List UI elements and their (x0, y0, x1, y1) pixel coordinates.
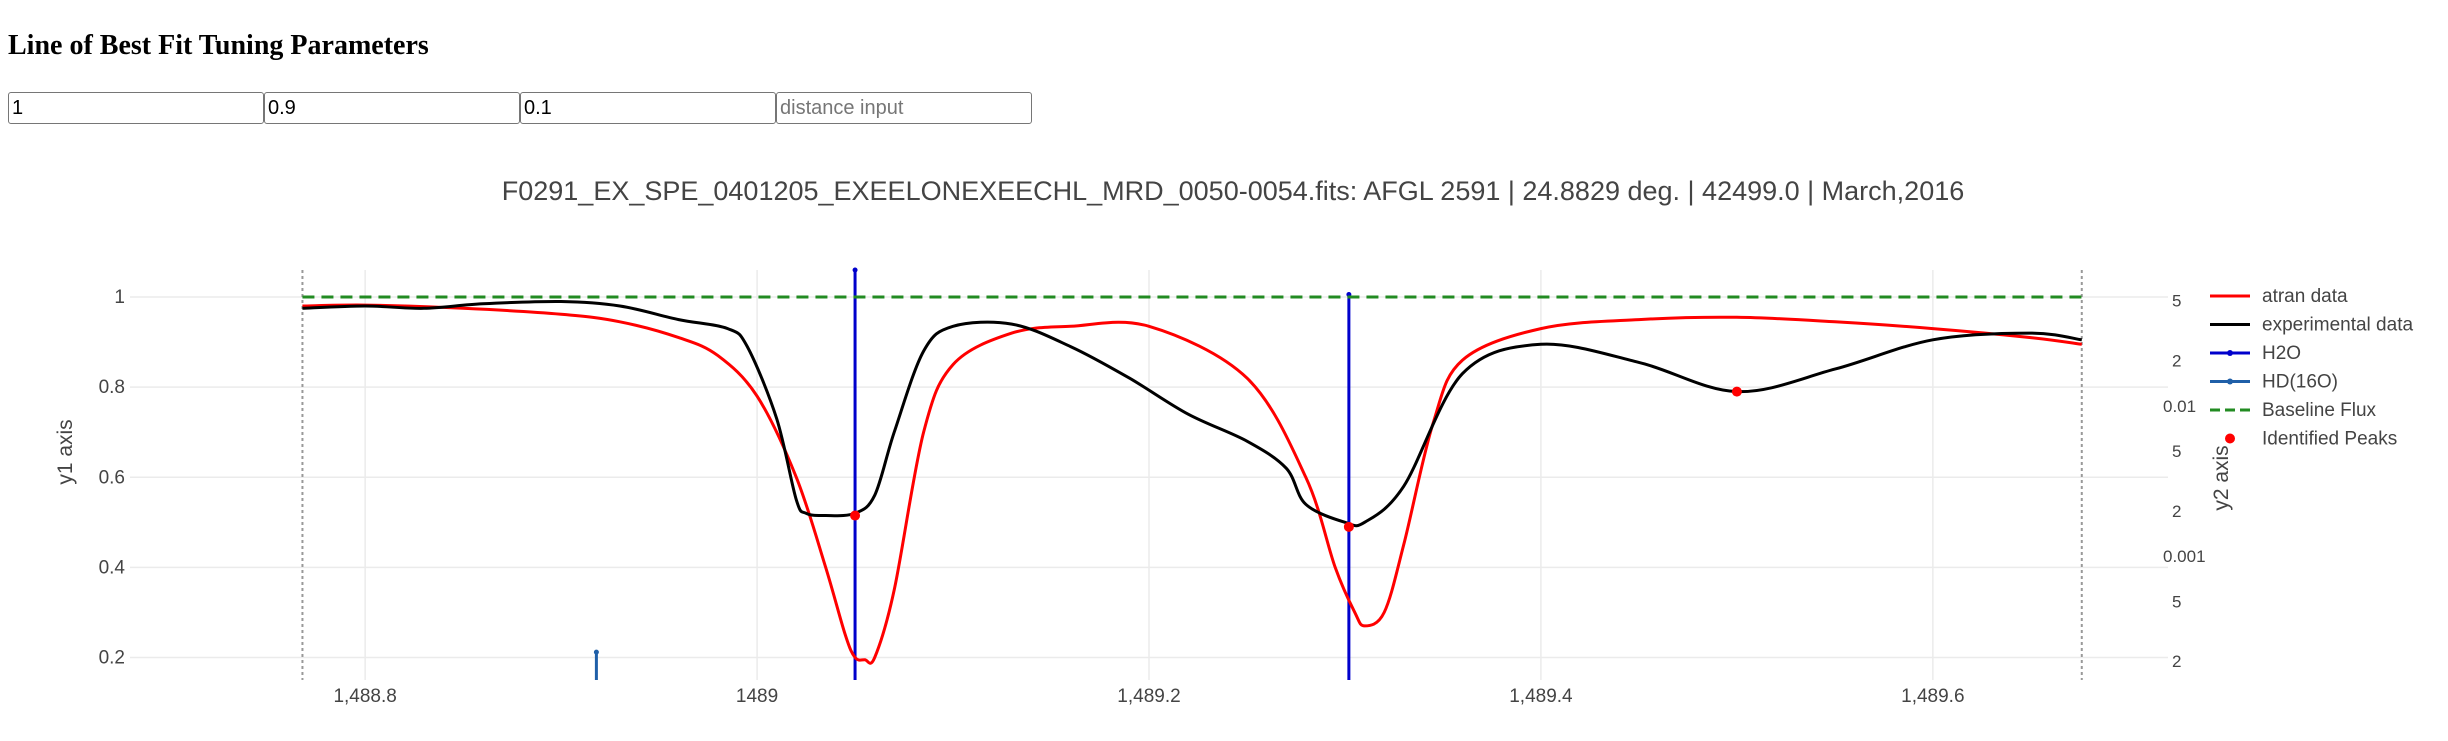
y2-tick-label: 2 (2172, 502, 2181, 521)
legend-label-h2o: H2O (2262, 343, 2301, 364)
y2-tick-label: 0.01 (2163, 397, 2196, 416)
x-tick-label: 1,489.4 (1509, 686, 1573, 707)
legend-swatch-dot-h2o (2227, 350, 2233, 356)
identified-peaks-marker (1343, 521, 1354, 532)
legend-label-hd-16o: HD(16O) (2262, 372, 2338, 393)
y1-tick-label: 0.4 (99, 557, 126, 578)
y2-tick-label: 2 (2172, 352, 2181, 371)
y2-axis-ticks: 2 5 0.001 2 5 0.01 2 5 (2163, 292, 2206, 672)
hd-16o-stick-tip (593, 649, 599, 655)
x-tick-label: 1,489.2 (1117, 686, 1180, 707)
y2-tick-label: 2 (2172, 652, 2181, 671)
h2o-stick-tip (852, 267, 858, 273)
experimental-data-line (302, 299, 2083, 528)
legend[interactable]: atran data experimental data H2O HD(16O) Bas… (2210, 286, 2413, 450)
atran-data-line (302, 303, 2082, 665)
spectrum-chart[interactable]: F0291_EX_SPE_0401205_EXEELONEXEECHL_MRD_… (0, 150, 2448, 710)
y2-tick-label: 5 (2172, 292, 2181, 311)
y2-tick-label: 5 (2172, 442, 2181, 461)
legend-label-baseline-flux: Baseline Flux (2262, 400, 2377, 421)
series-layer (301, 267, 2083, 680)
y1-axis-label: y1 axis (54, 419, 77, 484)
x-tick-label: 1489 (736, 686, 778, 707)
legend-label-identified-peaks: Identified Peaks (2262, 429, 2397, 450)
y2-axis-label: y2 axis (2210, 445, 2233, 510)
y1-tick-label: 0.8 (99, 377, 125, 398)
page-heading: Line of Best Fit Tuning Parameters (8, 30, 429, 61)
param-input-3[interactable] (520, 92, 776, 124)
y1-tick-label: 1 (114, 287, 125, 308)
param-input-1[interactable] (8, 92, 264, 124)
y2-tick-label: 0.001 (2163, 547, 2206, 566)
chart-title: F0291_EX_SPE_0401205_EXEELONEXEECHL_MRD_… (502, 176, 1965, 206)
y2-tick-label: 5 (2172, 592, 2181, 611)
identified-peaks-marker (1731, 386, 1742, 397)
x-tick-label: 1,488.8 (333, 686, 396, 707)
identified-peaks-marker (850, 510, 861, 521)
legend-swatch-dot-hd-16o (2227, 378, 2233, 385)
legend-swatch-identified-peaks (2225, 433, 2235, 444)
y1-tick-label: 0.2 (99, 647, 125, 668)
param-input-2[interactable] (264, 92, 520, 124)
y1-tick-label: 0.6 (99, 467, 125, 488)
x-tick-label: 1,489.6 (1901, 686, 1964, 707)
legend-label-atran-data: atran data (2262, 286, 2348, 307)
legend-label-experimental-data: experimental data (2262, 315, 2413, 336)
grid-lines (130, 270, 2168, 680)
x-axis-ticks: 1,488.8 1489 1,489.2 1,489.4 1,489.6 (333, 686, 1964, 707)
y1-axis-ticks: 0.2 0.4 0.6 0.8 1 (99, 287, 126, 668)
distance-input[interactable] (776, 92, 1032, 124)
